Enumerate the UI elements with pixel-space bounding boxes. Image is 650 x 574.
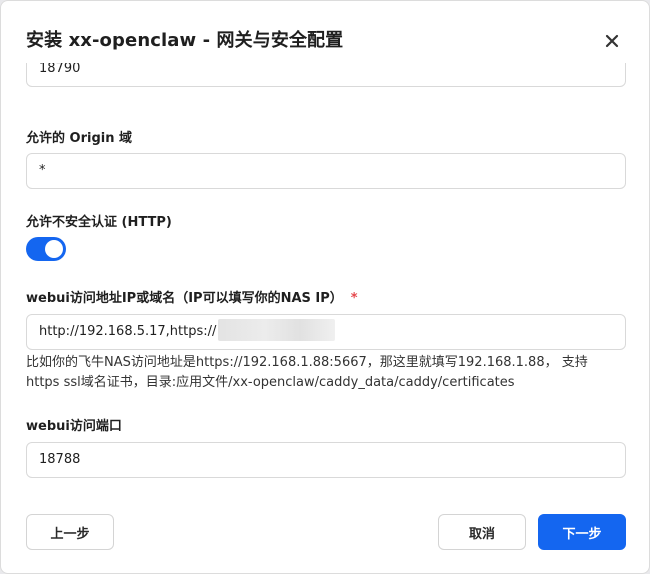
prev-step-button[interactable]: 上一步 xyxy=(26,514,114,550)
origin-label: 允许的 Origin 域 xyxy=(26,131,132,146)
required-mark: * xyxy=(350,291,358,306)
webui-port-value: 18788 xyxy=(39,452,81,467)
origin-value: * xyxy=(39,163,46,178)
origin-input[interactable]: * xyxy=(26,153,626,189)
webui-address-hint: 比如你的飞牛NAS访问地址是https://192.168.1.88:5667，… xyxy=(26,353,626,393)
webui-address-label: webui访问地址IP或域名（IP可以填写你的NAS IP） * xyxy=(26,290,358,308)
install-dialog: 安装 xx-openclaw - 网关与安全配置 18790 允许的 Origi… xyxy=(0,0,650,574)
insecure-auth-toggle[interactable] xyxy=(26,237,66,261)
gateway-port-value: 18790 xyxy=(39,63,81,76)
webui-port-input[interactable]: 18788 xyxy=(26,442,626,478)
next-step-button[interactable]: 下一步 xyxy=(538,514,626,550)
hint-line-2: https ssl域名证书，目录:应用文件/xx-openclaw/caddy_… xyxy=(26,375,515,390)
cancel-button[interactable]: 取消 xyxy=(438,514,526,550)
close-button[interactable] xyxy=(601,30,623,52)
dialog-title: 安装 xx-openclaw - 网关与安全配置 xyxy=(26,30,344,51)
webui-address-label-text: webui访问地址IP或域名（IP可以填写你的NAS IP） xyxy=(26,291,343,306)
form-scroll-area[interactable]: 18790 允许的 Origin 域 * 允许不安全认证 (HTTP) webu… xyxy=(1,63,649,485)
close-icon xyxy=(605,34,619,48)
blurred-domain xyxy=(218,319,336,341)
webui-address-value: http://192.168.5.17,https:// xyxy=(39,324,217,339)
toggle-knob xyxy=(45,240,63,258)
insecure-auth-label: 允许不安全认证 (HTTP) xyxy=(26,215,172,230)
webui-port-label: webui访问端口 xyxy=(26,419,122,434)
hint-line-1: 比如你的飞牛NAS访问地址是https://192.168.1.88:5667，… xyxy=(26,355,588,370)
gateway-port-input[interactable]: 18790 xyxy=(26,63,626,87)
webui-address-input[interactable]: http://192.168.5.17,https:// xyxy=(26,314,626,350)
